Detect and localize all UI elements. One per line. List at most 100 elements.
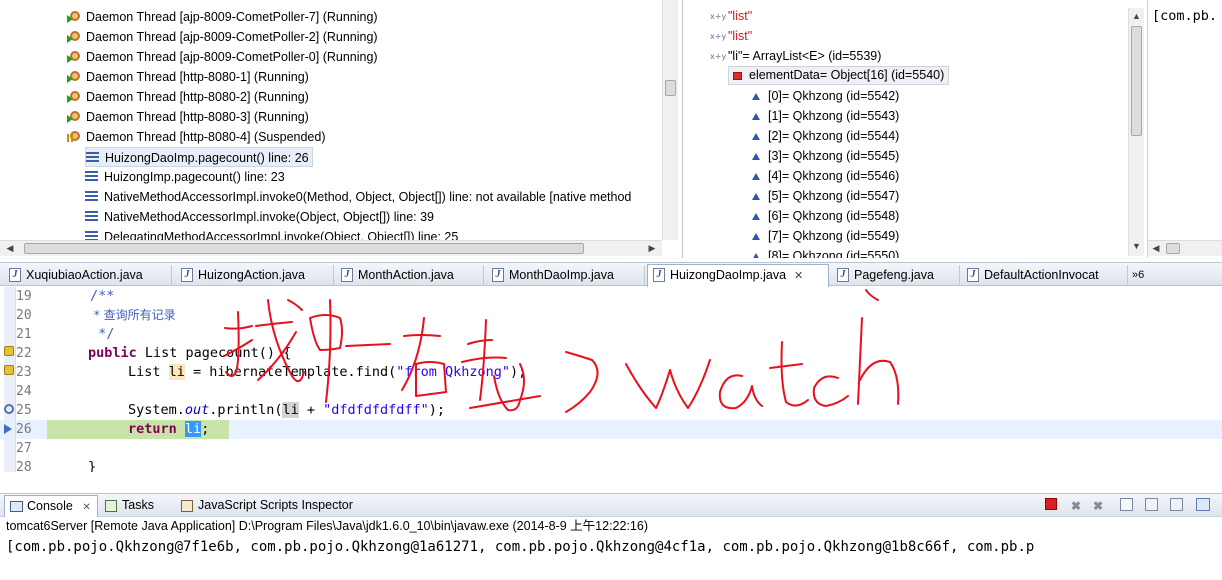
code-line-22[interactable]: public List pagecount() {: [50, 344, 291, 363]
variable-label: elementData= Object[16] (id=5540): [749, 68, 945, 82]
remove-all-launches-button[interactable]: ✖: [1090, 498, 1106, 514]
code-line-19[interactable]: /**: [50, 287, 114, 306]
close-icon[interactable]: ✕: [82, 502, 90, 513]
code-line-23[interactable]: List li = hibernateTemplate.find("from Q…: [50, 363, 526, 382]
thread-item[interactable]: Daemon Thread [ajp-8009-CometPoller-2] (…: [67, 27, 378, 47]
comment: */: [90, 326, 115, 342]
variable-row[interactable]: [8]= Qkhzong (id=5550): [752, 246, 899, 258]
thread-item[interactable]: Daemon Thread [http-8080-2] (Running): [67, 87, 309, 107]
detail-text: [com.pb.: [1152, 8, 1218, 24]
thread-item[interactable]: Daemon Thread [http-8080-3] (Running): [67, 107, 309, 127]
search-occurrence-icon[interactable]: [4, 404, 14, 414]
editor-tab[interactable]: J DefaultActionInvocat: [962, 265, 1128, 286]
debug-vertical-scroll-thumb[interactable]: [665, 80, 676, 96]
variable-li-selected[interactable]: li: [184, 421, 202, 437]
tab-label: MonthDaoImp.java: [509, 268, 614, 282]
editor-tab[interactable]: J HuizongAction.java: [176, 265, 334, 286]
close-icon[interactable]: ✕: [794, 270, 803, 282]
variable-row[interactable]: x+y "list": [710, 26, 752, 46]
detail-scroll-thumb[interactable]: [1166, 243, 1180, 254]
thread-item[interactable]: Daemon Thread [ajp-8009-CometPoller-7] (…: [67, 7, 378, 27]
variable-row[interactable]: [5]= Qkhzong (id=5547): [752, 186, 899, 206]
clear-console-button[interactable]: [1120, 498, 1133, 511]
tab-label: HuizongAction.java: [198, 268, 306, 282]
stack-frame-item[interactable]: HuizongDaoImp.pagecount() line: 26: [85, 147, 313, 167]
variable-li[interactable]: li: [282, 402, 299, 418]
variable-row[interactable]: x+y "li"= ArrayList<E> (id=5539): [710, 46, 881, 66]
thread-item[interactable]: Daemon Thread [http-8080-4] (Suspended): [67, 127, 326, 147]
stack-frame-item[interactable]: NativeMethodAccessorImpl.invoke(Object, …: [85, 207, 434, 227]
editor-tab-bar: J XuqiubiaoAction.java J HuizongAction.java…: [0, 262, 1222, 287]
expression-icon: x+y: [710, 52, 727, 61]
string-literal: "dfdfdfdfdff": [323, 402, 429, 418]
variable-detail-pane[interactable]: [com.pb. ◀: [1147, 0, 1222, 258]
console-icon: [10, 501, 23, 512]
variable-row[interactable]: [0]= Qkhzong (id=5542): [752, 86, 899, 106]
editor-tab[interactable]: J HuizongDaoImp.java ✕: [647, 264, 829, 287]
scroll-left-icon[interactable]: ◀: [1150, 242, 1162, 255]
tab-overflow-button[interactable]: »6: [1132, 266, 1144, 284]
editor-tab[interactable]: J XuqiubiaoAction.java: [4, 265, 172, 286]
debug-horizontal-scroll-thumb[interactable]: [24, 243, 584, 254]
object-element-icon: [752, 93, 760, 100]
tab-javascript-scripts-inspector[interactable]: JavaScript Scripts Inspector: [176, 495, 362, 517]
tasks-icon: [105, 500, 117, 512]
thread-item[interactable]: Daemon Thread [http-8080-1] (Running): [67, 67, 309, 87]
scroll-up-icon[interactable]: ▲: [1130, 10, 1143, 23]
variable-row[interactable]: [4]= Qkhzong (id=5546): [752, 166, 899, 186]
variable-row[interactable]: [7]= Qkhzong (id=5549): [752, 226, 899, 246]
scroll-lock-button[interactable]: [1145, 498, 1158, 511]
object-element-icon: [752, 213, 760, 220]
remove-launch-button[interactable]: ✖: [1068, 498, 1084, 514]
code-line-28[interactable]: }: [50, 458, 96, 472]
expression-icon: x+y: [710, 32, 727, 41]
code-line-25[interactable]: System.out.println(li + "dfdfdfdfdff");: [50, 401, 445, 420]
variable-li[interactable]: li: [168, 364, 185, 380]
warning-icon[interactable]: [4, 365, 14, 375]
thread-item[interactable]: Daemon Thread [ajp-8009-CometPoller-0] (…: [67, 47, 378, 67]
variables-scroll-thumb[interactable]: [1131, 26, 1142, 136]
object-element-icon: [752, 133, 760, 140]
console-output[interactable]: [com.pb.pojo.Qkhzong@7f1e6b, com.pb.pojo…: [6, 537, 1034, 557]
stack-frame-item[interactable]: HuizongImp.pagecount() line: 23: [85, 167, 285, 187]
variable-row[interactable]: [6]= Qkhzong (id=5548): [752, 206, 899, 226]
stack-frame-label: NativeMethodAccessorImpl.invoke0(Method,…: [104, 190, 632, 204]
variable-row[interactable]: [1]= Qkhzong (id=5543): [752, 106, 899, 126]
variable-row[interactable]: [3]= Qkhzong (id=5545): [752, 146, 899, 166]
pin-console-button[interactable]: [1170, 498, 1183, 511]
scroll-down-icon[interactable]: ▼: [1130, 240, 1143, 253]
terminate-button[interactable]: [1045, 498, 1057, 510]
scroll-right-icon[interactable]: ▶: [646, 242, 658, 255]
stack-frame-label: HuizongImp.pagecount() line: 23: [104, 170, 285, 184]
warning-icon[interactable]: [4, 346, 14, 356]
line-number: 25: [16, 403, 32, 418]
editor-tab[interactable]: J MonthDaoImp.java: [487, 265, 645, 286]
debug-vertical-scrollbar[interactable]: [662, 0, 678, 240]
code-line-20[interactable]: * 查询所有记录: [50, 306, 176, 325]
scroll-left-icon[interactable]: ◀: [4, 242, 16, 255]
detail-horizontal-scrollbar[interactable]: ◀: [1148, 240, 1222, 256]
tab-tasks[interactable]: Tasks: [100, 495, 172, 517]
variables-vertical-scrollbar[interactable]: ▲ ▼: [1128, 8, 1144, 256]
tab-label: HuizongDaoImp.java: [670, 268, 787, 282]
debug-view: Daemon Thread [ajp-8009-CometPoller-7] (…: [0, 0, 683, 258]
code-text: .println(: [209, 402, 283, 418]
editor-tab[interactable]: J MonthAction.java: [336, 265, 484, 286]
code-text: System.: [128, 402, 185, 418]
debug-horizontal-scrollbar[interactable]: ◀ ▶: [0, 240, 662, 256]
tab-console[interactable]: Console ✕: [4, 495, 98, 517]
java-file-icon: J: [653, 268, 665, 282]
variable-row[interactable]: [2]= Qkhzong (id=5544): [752, 126, 899, 146]
object-element-icon: [752, 153, 760, 160]
variable-row[interactable]: elementData= Object[16] (id=5540): [728, 66, 950, 85]
annotation-ruler[interactable]: [4, 287, 16, 472]
code-line-21[interactable]: */: [50, 325, 114, 344]
stack-frame-item[interactable]: NativeMethodAccessorImpl.invoke0(Method,…: [85, 187, 631, 207]
private-field-icon: [733, 72, 742, 80]
variable-row[interactable]: x+y "list": [710, 6, 752, 26]
code-line-26[interactable]: return li;: [50, 420, 209, 439]
variable-label: [6]= Qkhzong (id=5548): [768, 209, 900, 223]
java-editor[interactable]: 19 20 21 22 23 24 25 26 27 28 /** * 查询所有记录 */ pub…: [0, 287, 1222, 472]
display-selected-console-button[interactable]: [1196, 498, 1210, 511]
editor-tab[interactable]: J Pagefeng.java: [832, 265, 960, 286]
